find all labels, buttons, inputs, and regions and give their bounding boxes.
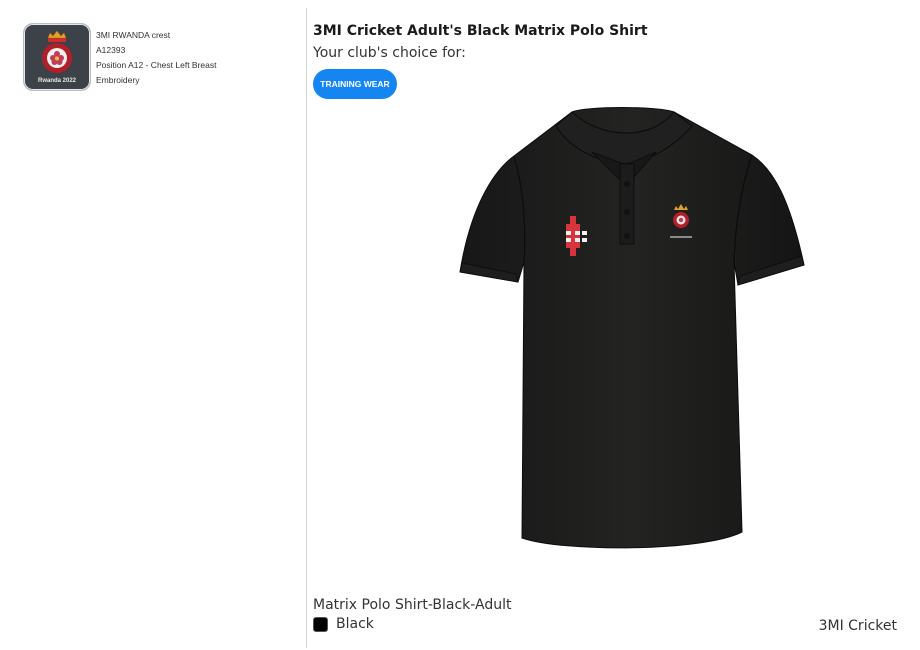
polo-shirt-image[interactable]: [452, 100, 812, 560]
left-panel: Rwanda 2022 3MI RWANDA crest A12393 Posi…: [0, 0, 305, 650]
club-choice-text: Your club's choice for:: [313, 45, 466, 61]
product-title: 3MI Cricket Adult's Black Matrix Polo Sh…: [313, 23, 648, 39]
crest-caption: Rwanda 2022: [37, 78, 77, 84]
crest-position: Position A12 - Chest Left Breast: [96, 60, 217, 70]
crest-details: 3MI RWANDA crest A12393 Position A12 - C…: [96, 28, 216, 88]
crest-method: Embroidery: [96, 75, 140, 85]
crest-thumbnail[interactable]: Rwanda 2022: [23, 23, 91, 91]
variant-name: Matrix Polo Shirt-Black-Adult: [313, 597, 512, 613]
club-name: 3MI Cricket: [818, 618, 897, 634]
color-name: Black: [336, 616, 374, 632]
crest-code: A12393: [96, 45, 126, 55]
crest-name: 3MI RWANDA crest: [96, 30, 171, 40]
color-swatch[interactable]: [313, 616, 328, 632]
training-wear-tag[interactable]: TRAINING WEAR: [313, 69, 397, 99]
color-option[interactable]: Black: [313, 616, 374, 632]
panel-divider: [306, 8, 307, 648]
